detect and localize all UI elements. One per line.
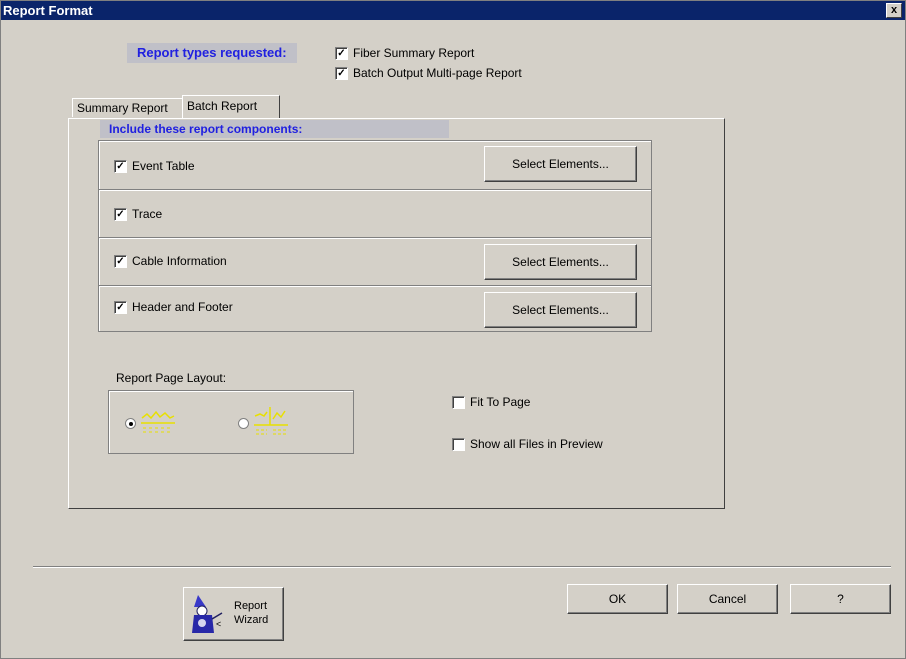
batch-output-checkbox[interactable]: ✓ xyxy=(335,66,348,80)
tab-batch-report-label: Batch Report xyxy=(187,99,258,113)
ok-button[interactable]: OK xyxy=(567,584,668,614)
tab-batch-report[interactable]: Batch Report xyxy=(182,95,280,118)
fiber-summary-checkbox[interactable]: ✓ xyxy=(335,46,348,60)
report-wizard-label: Report Wizard xyxy=(234,599,268,627)
tab-summary-report[interactable]: Summary Report xyxy=(72,98,186,117)
event-table-select-elements-button[interactable]: Select Elements... xyxy=(484,146,637,182)
report-types-label: Report types requested: xyxy=(127,43,297,63)
show-all-files-option[interactable]: Show all Files in Preview xyxy=(452,437,603,451)
cable-information-select-elements-button[interactable]: Select Elements... xyxy=(484,244,637,280)
components-label: Include these report components: xyxy=(100,120,449,138)
svg-text:<: < xyxy=(216,619,221,629)
single-column-layout-radio[interactable] xyxy=(125,418,136,429)
wizard-icon: < xyxy=(192,595,223,633)
event-table-label: Event Table xyxy=(132,159,195,173)
event-table-option[interactable]: ✓ Event Table xyxy=(114,159,195,173)
fit-to-page-option[interactable]: Fit To Page xyxy=(452,395,530,409)
report-wizard-button[interactable]: < Report Wizard xyxy=(183,587,284,641)
header-footer-label: Header and Footer xyxy=(132,300,233,314)
cable-information-label: Cable Information xyxy=(132,254,227,268)
fit-to-page-checkbox[interactable] xyxy=(452,395,465,409)
tab-summary-report-label: Summary Report xyxy=(77,101,168,115)
close-button[interactable]: x xyxy=(886,3,902,18)
fiber-summary-label: Fiber Summary Report xyxy=(353,46,475,60)
single-column-layout-icon[interactable] xyxy=(140,407,176,439)
cable-information-checkbox[interactable]: ✓ xyxy=(114,254,127,268)
fiber-summary-option[interactable]: ✓ Fiber Summary Report xyxy=(335,46,474,60)
fit-to-page-label: Fit To Page xyxy=(470,395,531,409)
event-table-checkbox[interactable]: ✓ xyxy=(114,159,127,173)
header-footer-select-elements-button[interactable]: Select Elements... xyxy=(484,292,637,328)
separator-line xyxy=(33,566,891,568)
header-footer-checkbox[interactable]: ✓ xyxy=(114,300,127,314)
title-bar: Report Format x xyxy=(1,1,905,20)
double-column-layout-icon[interactable] xyxy=(253,405,289,439)
batch-output-label: Batch Output Multi-page Report xyxy=(353,66,522,80)
trace-checkbox[interactable]: ✓ xyxy=(114,207,127,221)
double-column-layout-radio[interactable] xyxy=(238,418,249,429)
window-title: Report Format xyxy=(3,3,93,18)
cancel-button[interactable]: Cancel xyxy=(677,584,778,614)
batch-output-option[interactable]: ✓ Batch Output Multi-page Report xyxy=(335,66,522,80)
report-wizard-label-line1: Report xyxy=(234,600,268,612)
show-all-files-checkbox[interactable] xyxy=(452,437,465,451)
trace-label: Trace xyxy=(132,207,163,221)
header-footer-option[interactable]: ✓ Header and Footer xyxy=(114,300,233,314)
show-all-files-label: Show all Files in Preview xyxy=(470,437,603,451)
cable-information-option[interactable]: ✓ Cable Information xyxy=(114,254,227,268)
help-button[interactable]: ? xyxy=(790,584,891,614)
trace-option[interactable]: ✓ Trace xyxy=(114,207,162,221)
component-row-trace xyxy=(99,190,651,238)
page-layout-label: Report Page Layout: xyxy=(116,371,227,385)
report-format-dialog: Report Format x Report types requested: … xyxy=(0,0,906,659)
report-wizard-label-line2: Wizard xyxy=(234,614,269,626)
